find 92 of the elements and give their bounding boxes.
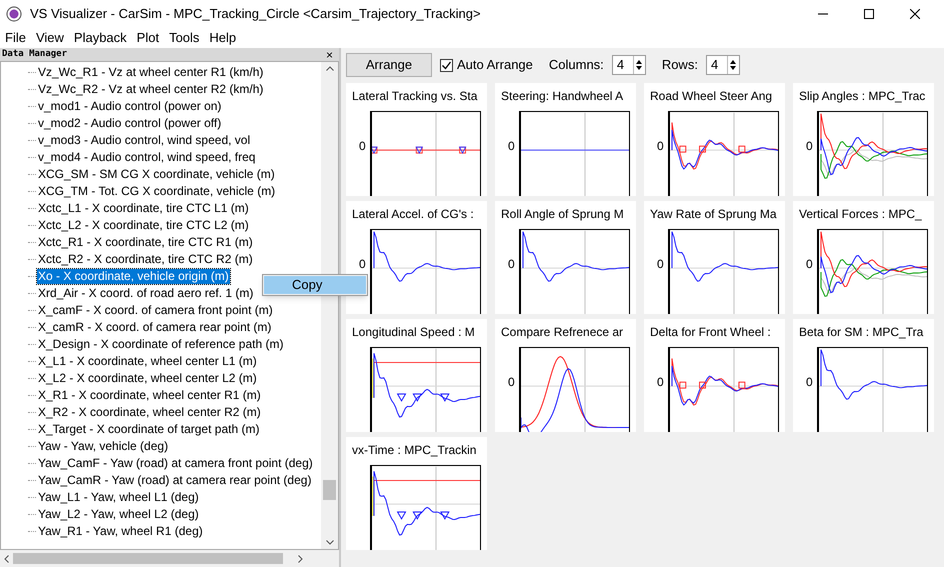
menu-item[interactable]: Copy [264,276,366,294]
plot-title: Longitudinal Speed : M [352,325,476,339]
tree-item[interactable]: v_mod4 - Audio control, wind speed, freq [37,150,256,165]
close-icon [910,9,920,19]
scroll-thumb[interactable] [13,553,283,564]
panel-title: Data Manager [2,48,68,61]
tree-item[interactable]: Yaw_L2 - Yaw, wheel L2 (deg) [37,507,200,522]
menu-item[interactable]: File [0,28,31,48]
menu-item[interactable]: Help [204,28,242,48]
columns-label: Columns: [548,56,604,74]
window-title: VS Visualizer - CarSim - MPC_Tracking_Circle <Carsim_Trajectory_Tracking> [30,5,481,24]
plot-card[interactable]: Delta for Front Wheel : 0 [644,319,785,432]
tree-item[interactable]: Xctc_L1 - X coordinate, tire CTC L1 (m) [37,201,250,216]
scroll-thumb[interactable] [323,480,336,500]
tree-item[interactable]: Xctc_L2 - X coordinate, tire CTC L2 (m) [37,218,250,233]
plot-title: Lateral Tracking vs. Sta [352,89,478,103]
tree-item[interactable]: Xrd_Air - X coord. of road aero ref. 1 (m) [37,286,254,301]
maximize-icon [864,9,874,19]
scroll-left-icon [4,554,9,562]
axis-label: 0 [358,138,366,155]
plot-card[interactable]: Longitudinal Speed : M [346,319,487,432]
rows-label: Rows: [662,56,698,74]
plot-title: Steering: Handwheel A [501,89,624,103]
plot-card[interactable]: Road Wheel Steer Ang 0 [644,83,785,196]
menu-item[interactable]: Tools [164,28,204,48]
axis-label: 0 [656,256,664,273]
tree-item[interactable]: X_L2 - X coordinate, wheel center L2 (m) [37,371,258,386]
tree-item[interactable]: Vz_Wc_R2 - Vz at wheel center R2 (km/h) [37,82,264,97]
scroll-up-icon [326,66,334,71]
plot-card[interactable]: Yaw Rate of Sprung Ma 0 [644,201,785,314]
arrange-button[interactable]: Arrange [346,53,432,77]
axis-label: 0 [506,374,515,391]
scroll-down-icon [326,540,334,545]
tree-item[interactable]: Yaw_L1 - Yaw, wheel L1 (deg) [37,490,200,505]
plot-card[interactable]: Roll Angle of Sprung M 0 [495,201,636,314]
plot-title: Slip Angles : MPC_Trac [799,89,926,103]
tree-item[interactable]: X_R2 - X coordinate, wheel center R2 (m) [37,405,262,420]
plot-card[interactable]: Vertical Forces : MPC_ 0 [793,201,934,314]
axis-label: 0 [358,256,366,273]
checkbox-label: Auto Arrange [457,56,533,74]
axis-label: 0 [506,138,515,155]
menu-item[interactable]: View [30,28,69,48]
axis-label: 0 [656,138,664,155]
plot-card[interactable]: Slip Angles : MPC_Trac 0 [793,83,934,196]
tree-item[interactable]: Yaw - Yaw, vehicle (deg) [37,439,170,454]
plot-title: Compare Refrenece ar [501,325,624,339]
menu-item[interactable]: Playback [68,28,132,48]
menu-item[interactable]: Plot [132,28,164,48]
tree-item[interactable]: v_mod1 - Audio control (power on) [37,99,222,114]
tree-item[interactable]: Vz_Wc_R1 - Vz at wheel center R1 (km/h) [37,65,264,80]
plot-title: Delta for Front Wheel : [650,325,772,339]
plot-card[interactable]: Compare Refrenece ar 0 [495,319,636,432]
tree-item[interactable]: Xctc_R1 - X coordinate, tire CTC R1 (m) [37,235,254,250]
tree-item[interactable]: Yaw_CamR - Yaw (road) at camera rear point (deg) [37,473,312,488]
tree-item[interactable]: XCG_SM - SM CG X coordinate, vehicle (m) [37,167,276,182]
tree-item[interactable]: Yaw_R1 - Yaw, wheel R1 (deg) [37,524,204,539]
axis-label: 0 [656,374,664,391]
tree-item[interactable]: Yaw_CamF - Yaw (road) at camera front point (deg) [37,456,314,471]
tree-item[interactable]: v_mod2 - Audio control (power off) [37,116,222,131]
tree-item[interactable]: X_camR - X coord. of camera rear point (m) [37,320,272,335]
app-icon [6,6,22,22]
tree-item[interactable]: X_Target - X coordinate of target path (m) [37,422,260,437]
checkbox[interactable] [440,58,453,72]
plot-card[interactable]: Steering: Handwheel A 0 [495,83,636,196]
tree-item[interactable]: v_mod3 - Audio control, wind speed, vol [37,133,252,148]
rows-spinner[interactable]: 4 [706,55,740,75]
plot-card[interactable]: vx-Time : MPC_Trackin [346,437,487,550]
plot-card[interactable]: Beta for SM : MPC_Tra 0 [793,319,934,432]
tree-item[interactable]: X_camF - X coord. of camera front point (m) [37,303,274,318]
plot-title: Yaw Rate of Sprung Ma [650,207,778,221]
tree-item[interactable]: X_Design - X coordinate of reference path (m) [37,337,284,352]
axis-label: 0 [804,138,813,155]
tree-item[interactable]: X_L1 - X coordinate, wheel center L1 (m) [37,354,258,369]
columns-spinner[interactable]: 4 [612,55,646,75]
plot-card[interactable]: Lateral Tracking vs. Sta 0 [346,83,487,196]
tree-item[interactable]: XCG_TM - Tot. CG X coordinate, vehicle (m) [37,184,276,199]
tree-item[interactable]: Xctc_R2 - X coordinate, tire CTC R2 (m) [37,252,254,267]
plot-title: Road Wheel Steer Ang [650,89,774,103]
close-button[interactable]: × [322,48,337,60]
plot-title: Beta for SM : MPC_Tra [799,325,924,339]
scroll-right-icon [298,554,303,562]
axis-label: 0 [804,374,813,391]
tree-item[interactable]: X_R1 - X coordinate, wheel center R1 (m) [37,388,262,403]
tree-item[interactable]: Xo - X coordinate, vehicle origin (m) [37,269,230,284]
plot-title: Roll Angle of Sprung M [501,207,625,221]
vertical-scrollbar[interactable] [321,62,338,549]
axis-label: 0 [804,256,813,273]
plot-title: vx-Time : MPC_Trackin [352,443,478,457]
plot-card[interactable]: Lateral Accel. of CG's : 0 [346,201,487,314]
plot-title: Lateral Accel. of CG's : [352,207,475,221]
axis-label: 0 [506,256,515,273]
plot-title: Vertical Forces : MPC_ [799,207,923,221]
